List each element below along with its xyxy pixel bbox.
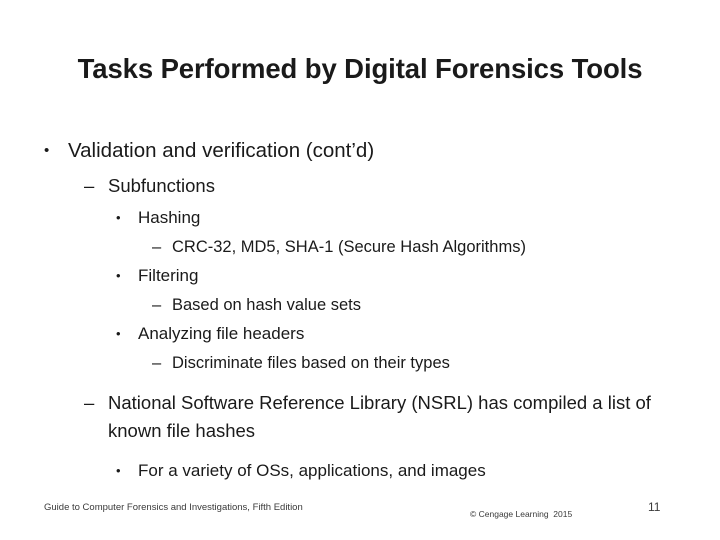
list-item: – Based on hash value sets (0, 292, 720, 318)
list-item: – CRC-32, MD5, SHA-1 (Secure Hash Algori… (0, 234, 720, 260)
bullet-icon: • (116, 268, 121, 283)
bullet-icon: • (44, 142, 50, 159)
bullet-icon: • (116, 463, 121, 478)
list-item-label: Analyzing file headers (138, 324, 305, 343)
list-item-label: Discriminate files based on their types (172, 354, 450, 372)
page-title: Tasks Performed by Digital Forensics Too… (77, 53, 643, 85)
list-item: – Discriminate files based on their type… (0, 350, 720, 376)
dash-icon: – (84, 175, 95, 196)
list-item-label: National Software Reference Library (NSR… (108, 392, 651, 441)
list-item-label: Validation and verification (cont’d) (68, 139, 375, 162)
list-item-label: Subfunctions (108, 175, 215, 196)
footer-source-text: Guide to Computer Forensics and Investig… (44, 502, 303, 513)
list-item: – Subfunctions (0, 172, 720, 200)
dash-icon: – (84, 392, 95, 413)
list-item-label: For a variety of OSs, applications, and … (138, 461, 486, 480)
list-item: • Hashing (0, 205, 720, 231)
list-item: • Validation and verification (cont’d) (0, 136, 720, 166)
bullet-icon: • (116, 326, 121, 341)
list-item: • For a variety of OSs, applications, an… (0, 458, 720, 484)
slide: Tasks Performed by Digital Forensics Too… (0, 0, 720, 540)
dash-icon: – (152, 354, 162, 372)
list-item-label: CRC-32, MD5, SHA-1 (Secure Hash Algorith… (172, 238, 526, 256)
dash-icon: – (152, 238, 162, 256)
bullet-icon: • (116, 210, 121, 225)
slide-number: 11 (648, 500, 661, 514)
list-item: • Filtering (0, 263, 720, 289)
slide-body: • Validation and verification (cont’d) –… (0, 136, 720, 487)
list-item: • Analyzing file headers (0, 321, 720, 347)
list-item: – National Software Reference Library (N… (0, 389, 720, 445)
dash-icon: – (152, 296, 162, 314)
list-item-label: Hashing (138, 208, 201, 227)
list-item-label: Filtering (138, 266, 199, 285)
footer-copyright-text: © Cengage Learning 2015 (470, 509, 573, 519)
list-item-label: Based on hash value sets (172, 296, 361, 314)
